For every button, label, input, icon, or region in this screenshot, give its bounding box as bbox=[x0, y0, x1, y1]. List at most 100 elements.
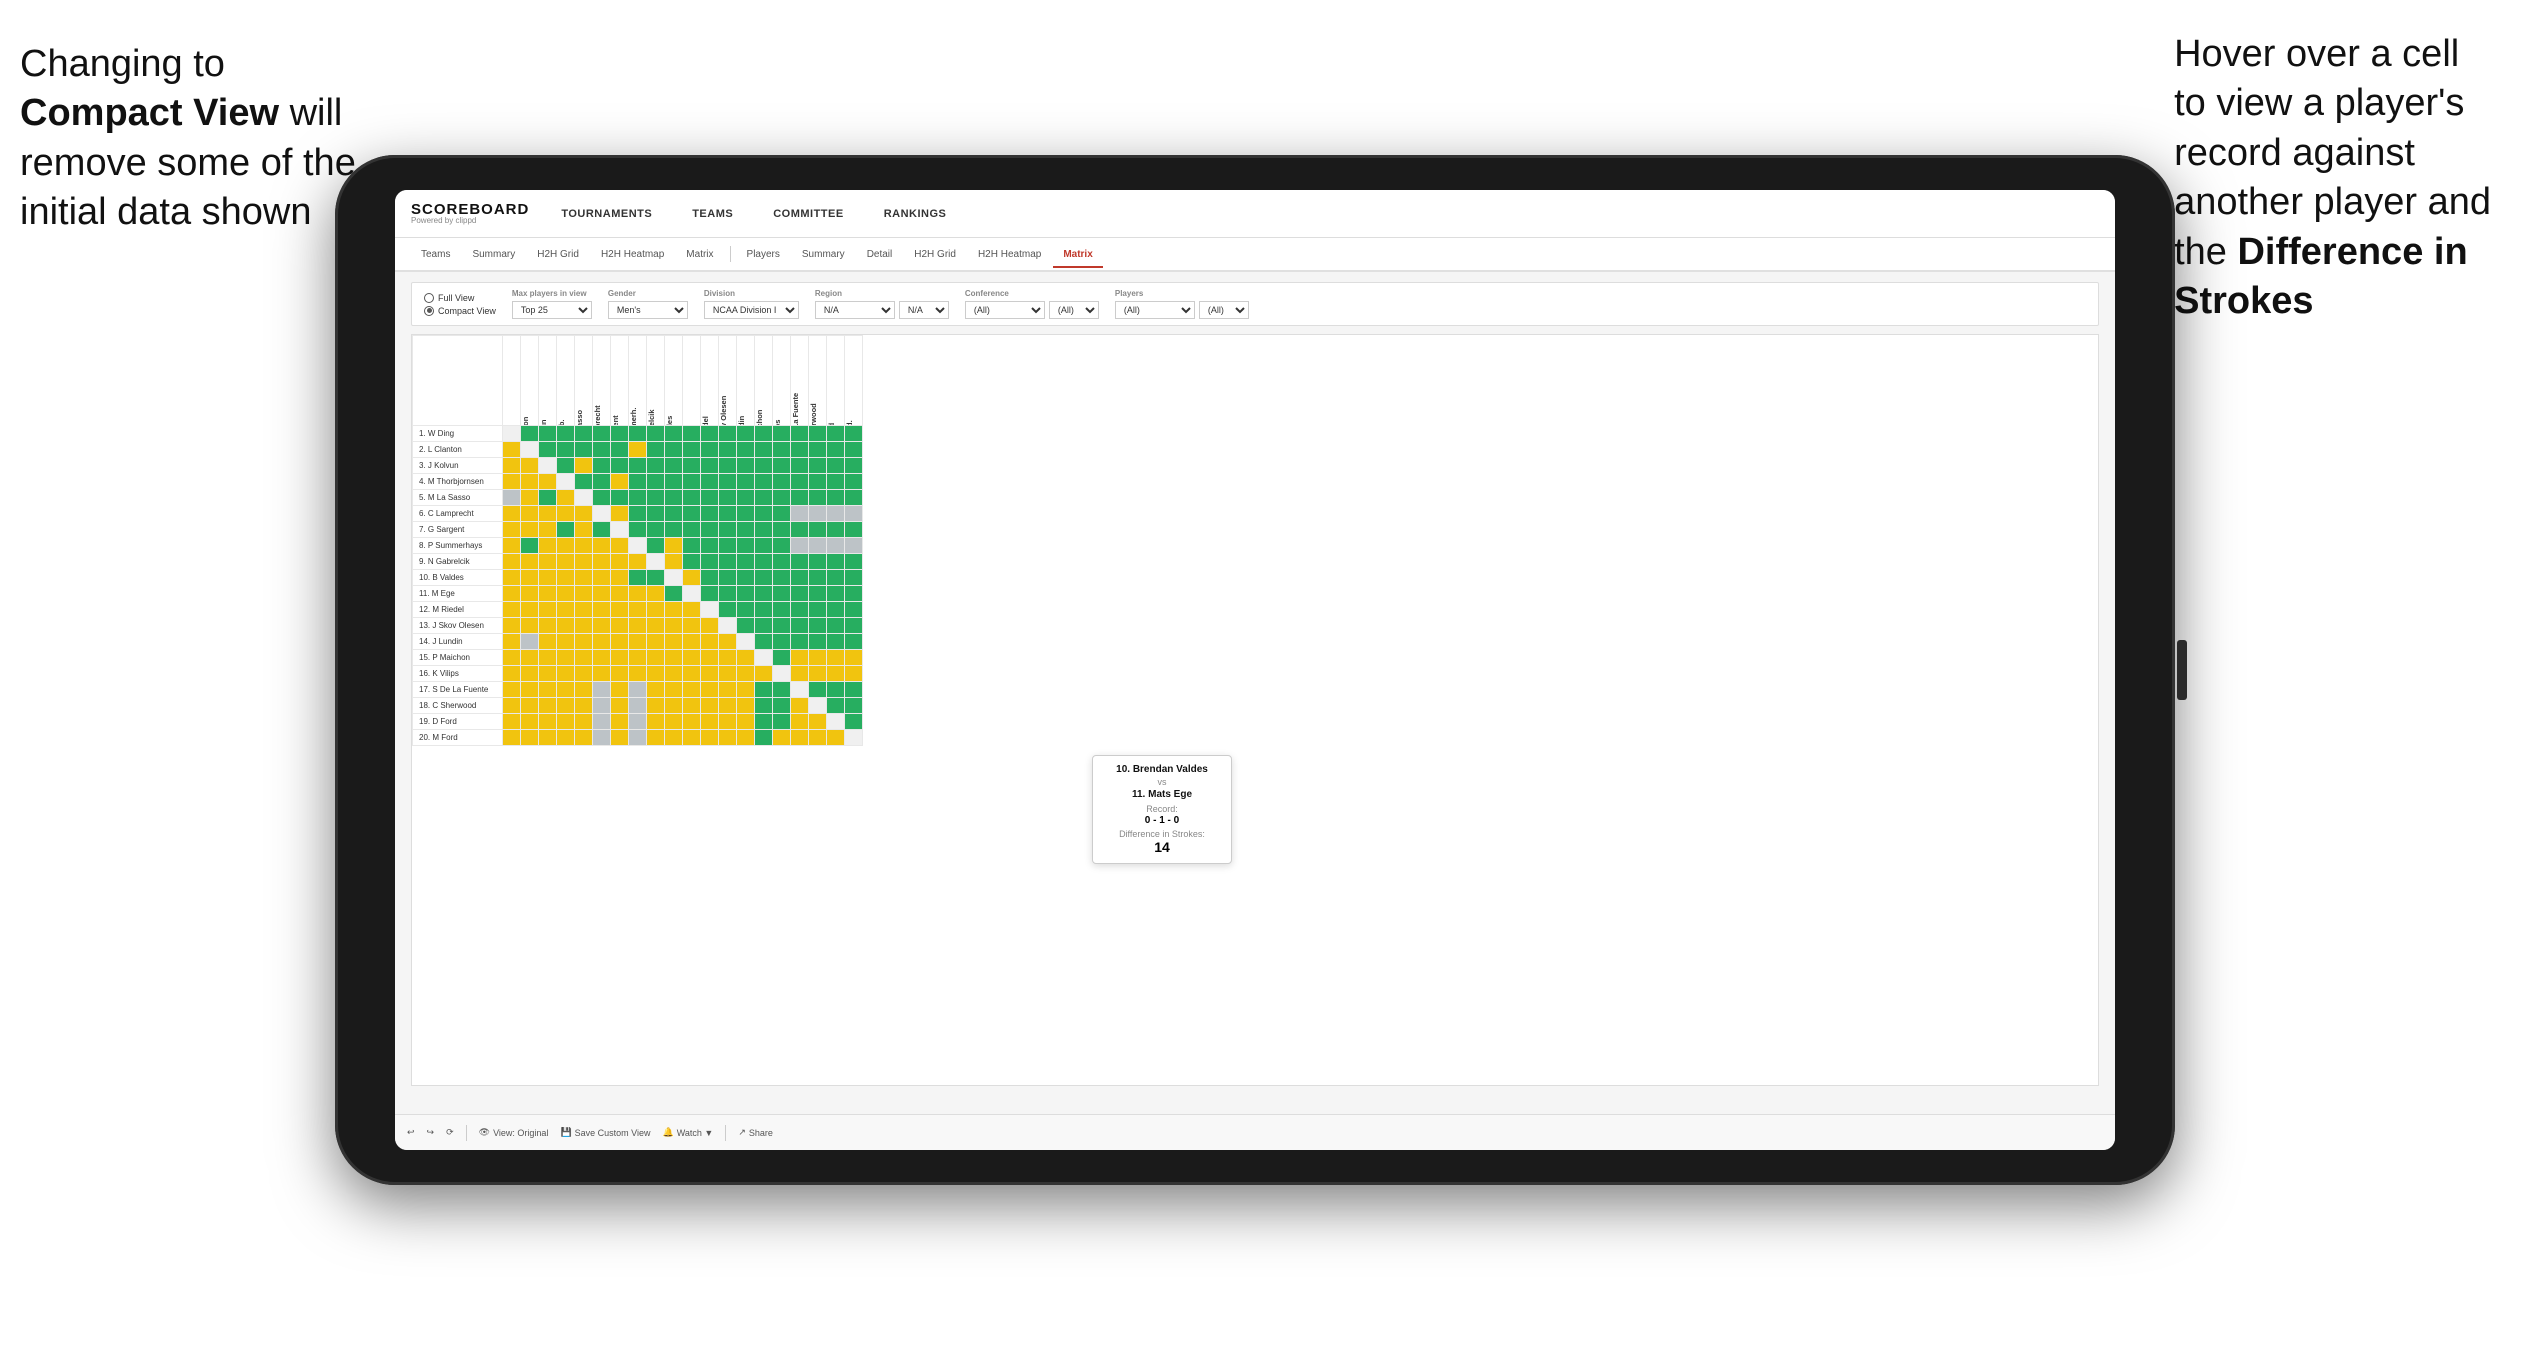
matrix-cell[interactable] bbox=[521, 730, 539, 746]
matrix-cell[interactable] bbox=[611, 570, 629, 586]
matrix-cell[interactable] bbox=[719, 458, 737, 474]
matrix-cell[interactable] bbox=[611, 522, 629, 538]
matrix-cell[interactable] bbox=[647, 650, 665, 666]
matrix-cell[interactable] bbox=[845, 442, 863, 458]
matrix-cell[interactable] bbox=[665, 586, 683, 602]
matrix-cell[interactable] bbox=[503, 618, 521, 634]
matrix-cell[interactable] bbox=[557, 554, 575, 570]
matrix-cell[interactable] bbox=[593, 650, 611, 666]
matrix-cell[interactable] bbox=[755, 698, 773, 714]
matrix-cell[interactable] bbox=[521, 474, 539, 490]
matrix-cell[interactable] bbox=[665, 554, 683, 570]
matrix-cell[interactable] bbox=[737, 474, 755, 490]
matrix-cell[interactable] bbox=[827, 426, 845, 442]
matrix-cell[interactable] bbox=[629, 458, 647, 474]
matrix-cell[interactable] bbox=[827, 586, 845, 602]
matrix-cell[interactable] bbox=[737, 458, 755, 474]
radio-compact-view[interactable]: Compact View bbox=[424, 306, 496, 316]
matrix-cell[interactable] bbox=[557, 570, 575, 586]
tab-h2h-grid-2[interactable]: H2H Grid bbox=[904, 243, 966, 268]
matrix-cell[interactable] bbox=[773, 698, 791, 714]
matrix-cell[interactable] bbox=[647, 634, 665, 650]
matrix-cell[interactable] bbox=[683, 458, 701, 474]
matrix-cell[interactable] bbox=[503, 666, 521, 682]
matrix-cell[interactable] bbox=[593, 698, 611, 714]
matrix-cell[interactable] bbox=[611, 474, 629, 490]
matrix-cell[interactable] bbox=[503, 442, 521, 458]
matrix-cell[interactable] bbox=[557, 586, 575, 602]
matrix-cell[interactable] bbox=[773, 666, 791, 682]
matrix-cell[interactable] bbox=[647, 442, 665, 458]
matrix-container[interactable]: 1. W Ding 2. L Clanton 3. J Kolvun 4. M … bbox=[411, 334, 2099, 1086]
matrix-cell[interactable] bbox=[827, 506, 845, 522]
matrix-cell[interactable] bbox=[575, 682, 593, 698]
matrix-cell[interactable] bbox=[683, 442, 701, 458]
matrix-cell[interactable] bbox=[791, 666, 809, 682]
region-select2[interactable]: N/A bbox=[899, 301, 949, 319]
matrix-cell[interactable] bbox=[809, 506, 827, 522]
matrix-cell[interactable] bbox=[809, 458, 827, 474]
matrix-cell[interactable] bbox=[521, 698, 539, 714]
matrix-cell[interactable] bbox=[575, 714, 593, 730]
matrix-cell[interactable] bbox=[557, 634, 575, 650]
matrix-cell[interactable] bbox=[665, 666, 683, 682]
matrix-cell[interactable] bbox=[827, 682, 845, 698]
matrix-cell[interactable] bbox=[737, 634, 755, 650]
matrix-cell[interactable] bbox=[593, 538, 611, 554]
matrix-cell[interactable] bbox=[503, 522, 521, 538]
matrix-cell[interactable] bbox=[611, 442, 629, 458]
matrix-cell[interactable] bbox=[665, 570, 683, 586]
matrix-cell[interactable] bbox=[737, 538, 755, 554]
matrix-cell[interactable] bbox=[701, 634, 719, 650]
matrix-cell[interactable] bbox=[575, 442, 593, 458]
tab-detail[interactable]: Detail bbox=[857, 243, 903, 268]
matrix-cell[interactable] bbox=[791, 618, 809, 634]
tab-matrix-1[interactable]: Matrix bbox=[676, 243, 723, 268]
redo-button[interactable]: ↪ bbox=[427, 1127, 435, 1138]
matrix-cell[interactable] bbox=[737, 730, 755, 746]
matrix-cell[interactable] bbox=[809, 666, 827, 682]
matrix-cell[interactable] bbox=[719, 650, 737, 666]
matrix-cell[interactable] bbox=[755, 426, 773, 442]
matrix-cell[interactable] bbox=[647, 426, 665, 442]
matrix-cell[interactable] bbox=[737, 490, 755, 506]
matrix-cell[interactable] bbox=[791, 442, 809, 458]
matrix-cell[interactable] bbox=[737, 522, 755, 538]
tab-summary-2[interactable]: Summary bbox=[792, 243, 855, 268]
tab-players[interactable]: Players bbox=[737, 243, 790, 268]
matrix-cell[interactable] bbox=[557, 474, 575, 490]
matrix-cell[interactable] bbox=[809, 522, 827, 538]
matrix-cell[interactable] bbox=[629, 506, 647, 522]
matrix-cell[interactable] bbox=[539, 522, 557, 538]
refresh-button[interactable]: ⟳ bbox=[446, 1127, 454, 1138]
matrix-cell[interactable] bbox=[827, 538, 845, 554]
matrix-cell[interactable] bbox=[521, 458, 539, 474]
matrix-cell[interactable] bbox=[665, 730, 683, 746]
matrix-cell[interactable] bbox=[827, 490, 845, 506]
matrix-cell[interactable] bbox=[827, 570, 845, 586]
matrix-cell[interactable] bbox=[539, 666, 557, 682]
matrix-cell[interactable] bbox=[737, 714, 755, 730]
matrix-cell[interactable] bbox=[845, 522, 863, 538]
matrix-cell[interactable] bbox=[845, 538, 863, 554]
radio-full-view[interactable]: Full View bbox=[424, 293, 496, 303]
matrix-cell[interactable] bbox=[593, 426, 611, 442]
matrix-cell[interactable] bbox=[701, 490, 719, 506]
matrix-cell[interactable] bbox=[647, 602, 665, 618]
matrix-cell[interactable] bbox=[755, 490, 773, 506]
matrix-cell[interactable] bbox=[611, 634, 629, 650]
matrix-cell[interactable] bbox=[683, 490, 701, 506]
matrix-cell[interactable] bbox=[575, 666, 593, 682]
matrix-cell[interactable] bbox=[557, 538, 575, 554]
matrix-cell[interactable] bbox=[665, 714, 683, 730]
matrix-cell[interactable] bbox=[701, 602, 719, 618]
share-button[interactable]: ↗ Share bbox=[738, 1127, 773, 1138]
matrix-cell[interactable] bbox=[575, 522, 593, 538]
matrix-cell[interactable] bbox=[521, 554, 539, 570]
matrix-cell[interactable] bbox=[701, 474, 719, 490]
matrix-cell[interactable] bbox=[575, 570, 593, 586]
matrix-cell[interactable] bbox=[809, 602, 827, 618]
matrix-cell[interactable] bbox=[737, 618, 755, 634]
matrix-cell[interactable] bbox=[611, 490, 629, 506]
matrix-cell[interactable] bbox=[593, 554, 611, 570]
